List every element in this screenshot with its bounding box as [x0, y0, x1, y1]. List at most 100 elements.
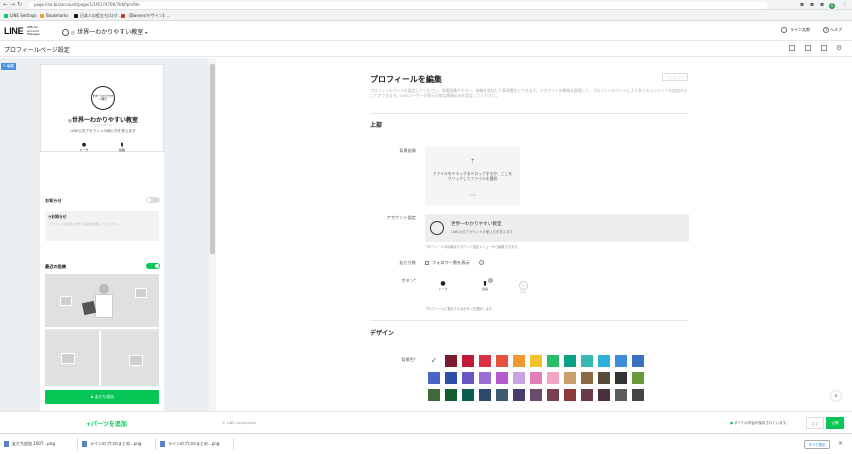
color-swatch[interactable] [462, 372, 474, 384]
more-vertical-icon[interactable]: ⋮ [842, 2, 848, 8]
recent-posts-label: 最近の投稿 [45, 264, 66, 269]
add-parts-button[interactable]: +パーツを追加 [86, 419, 127, 428]
color-swatch[interactable] [445, 372, 457, 384]
info-icon[interactable]: ? [479, 260, 484, 265]
bookmark-item[interactable]: LINE Settings [4, 13, 37, 18]
post-thumbnail[interactable] [45, 331, 101, 386]
profile-header-card[interactable]: 世界一わかりやすい教室 ◎世界一わかりやすい教室 @123abcde LINE公… [40, 64, 164, 152]
page-header: プロフィールページ設定 ⚙ [0, 41, 852, 57]
color-swatch[interactable] [462, 389, 474, 401]
color-swatch[interactable] [428, 372, 440, 384]
color-swatch[interactable] [598, 355, 610, 367]
color-swatch[interactable] [445, 389, 457, 401]
show-all-downloads-button[interactable]: すべて表示 [804, 440, 830, 449]
download-item[interactable]: ラインのプロのまとめ...png [158, 438, 234, 450]
color-swatch[interactable]: ✓ [428, 355, 440, 367]
notice-card[interactable]: ◔お知らせ アカウントの運営に関する情報を記載してください。 [45, 211, 159, 241]
x-icon [74, 13, 78, 18]
color-swatch[interactable] [615, 355, 627, 367]
scroll-top-button[interactable]: ∧ [831, 391, 841, 401]
scrollbar-thumb[interactable] [210, 64, 215, 254]
account-info-box: 世界一わかりやすい教室 LINE公式アカウントの使い方を覚えます [425, 214, 689, 242]
extension-icon[interactable]: ▪ [820, 2, 824, 8]
download-item[interactable]: 友だち追加 1007...png [2, 438, 78, 450]
color-swatch[interactable] [479, 389, 491, 401]
reload-icon[interactable]: ↻ [17, 2, 22, 8]
edit-badge[interactable]: ✎ 編集 [1, 63, 17, 70]
user-name[interactable]: ライン太郎 [790, 28, 810, 32]
color-swatch[interactable] [547, 372, 559, 384]
forward-icon[interactable]: → [10, 2, 15, 8]
address-bar[interactable]: page.line.biz/account/page/1/1f6174706/7… [28, 1, 768, 9]
account-switcher[interactable]: ◎ 世界一わかりやすい教室 ▾ [62, 27, 147, 36]
image-upload-dropzone[interactable]: ⇡ ファイルをドラッグ＆ドロップするか、ここをクリックしてファイルを選択 1MB [425, 147, 520, 205]
color-swatch[interactable] [530, 372, 542, 384]
color-swatch[interactable] [615, 372, 627, 384]
color-swatch[interactable] [462, 355, 474, 367]
publish-button[interactable]: 公開 [826, 417, 844, 429]
recent-posts-toggle[interactable] [146, 263, 160, 269]
color-swatch[interactable] [530, 355, 542, 367]
color-swatch[interactable] [581, 372, 593, 384]
notice-toggle[interactable] [146, 197, 160, 203]
image-file-icon [160, 441, 165, 447]
color-swatch[interactable] [598, 389, 610, 401]
color-swatch[interactable] [513, 372, 525, 384]
color-swatch[interactable] [564, 355, 576, 367]
close-icon[interactable]: × [838, 440, 843, 447]
preview-scrollbar[interactable] [209, 58, 216, 411]
color-swatch[interactable] [513, 355, 525, 367]
color-swatch[interactable] [564, 389, 576, 401]
color-swatch[interactable] [581, 355, 593, 367]
color-swatch[interactable] [632, 389, 644, 401]
preview-button[interactable]: プレビュー [662, 73, 688, 81]
color-swatch[interactable] [496, 389, 508, 401]
illustration-image [81, 284, 117, 324]
color-swatch[interactable] [479, 355, 491, 367]
color-swatch[interactable] [496, 355, 508, 367]
color-swatch[interactable] [632, 355, 644, 367]
notice-section[interactable]: お知らせ ◔お知らせ アカウントの運営に関する情報を記載してください。 [40, 194, 164, 246]
external-link-icon[interactable] [805, 45, 811, 51]
bookmark-item[interactable]: 【Banner/デザイン】... [121, 13, 171, 18]
gear-icon[interactable]: ⚙ [836, 44, 842, 52]
divider [370, 113, 688, 114]
back-icon[interactable]: ← [3, 2, 8, 8]
profile-edit-form: プロフィールを編集 プレビュー プロフィールページを設定してください。背景画像や… [216, 58, 852, 411]
color-swatch[interactable] [547, 355, 559, 367]
color-swatch[interactable] [632, 372, 644, 384]
extension-icon[interactable]: ▪ [810, 2, 814, 8]
post-button[interactable]: ▮ 投稿 [115, 143, 129, 153]
color-swatch[interactable] [479, 372, 491, 384]
download-item[interactable]: ラインのプロのまとめ...png [80, 438, 156, 450]
follow-button[interactable]: ♟ 友だち追加 [45, 390, 159, 404]
color-swatch[interactable] [564, 372, 576, 384]
recent-posts-section[interactable]: 最近の投稿 ♟ 友だち追加 [40, 260, 164, 411]
post-thumbnail[interactable] [45, 274, 159, 329]
bookmark-item[interactable]: Bookmarks [40, 13, 68, 18]
avatar[interactable]: G [829, 2, 835, 9]
color-swatch[interactable] [615, 389, 627, 401]
extension-icon[interactable]: ▪ [800, 2, 804, 8]
cancel-button[interactable]: 戻る [806, 417, 824, 429]
talk-button[interactable]: ● トーク [77, 143, 91, 153]
post-thumbnail[interactable] [103, 331, 159, 386]
remove-icon[interactable]: × [488, 278, 493, 283]
preview-icon[interactable] [789, 45, 795, 51]
color-swatch[interactable] [445, 355, 457, 367]
follower-checkbox[interactable] [425, 261, 429, 265]
color-swatch[interactable] [496, 372, 508, 384]
color-swatch[interactable] [530, 389, 542, 401]
color-swatch[interactable] [428, 389, 440, 401]
bookmark-item[interactable]: 日本人の役立ち/ログ... [74, 13, 121, 18]
color-swatch[interactable] [598, 372, 610, 384]
help-link[interactable]: ヘルプ [830, 28, 842, 32]
share-icon[interactable] [821, 45, 827, 51]
upload-hint: 1MB [469, 193, 476, 197]
color-swatch[interactable] [547, 389, 559, 401]
talk-button-option[interactable]: ● トーク [437, 281, 449, 292]
color-swatch[interactable] [581, 389, 593, 401]
line-logo[interactable]: LINE [4, 26, 24, 36]
add-button-option[interactable]: + 追加 [517, 281, 529, 294]
color-swatch[interactable] [513, 389, 525, 401]
